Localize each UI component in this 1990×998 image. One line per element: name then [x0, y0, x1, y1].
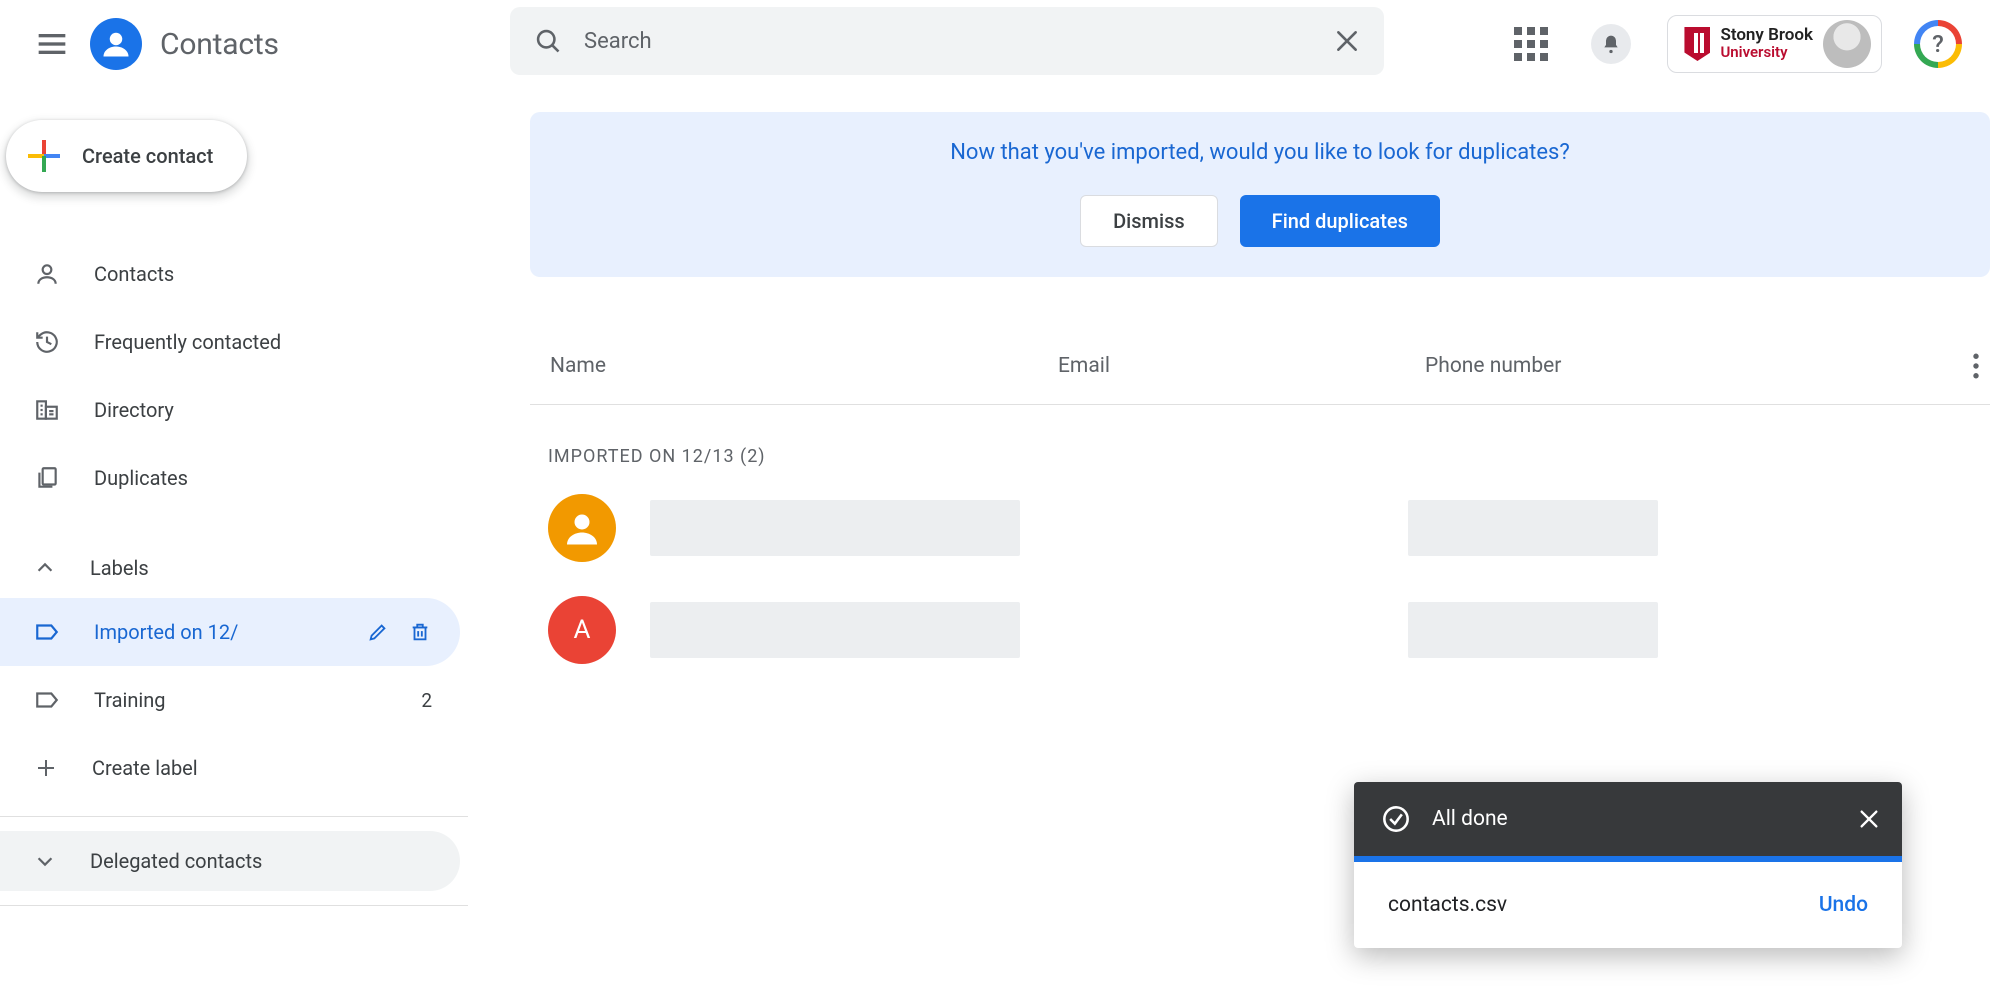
delete-label-button[interactable]: [408, 620, 432, 644]
delegated-header-text: Delegated contacts: [90, 849, 262, 873]
sidebar-item-contacts[interactable]: Contacts: [0, 240, 460, 308]
sidebar-create-label[interactable]: Create label: [0, 734, 460, 802]
sidebar-divider: [0, 816, 468, 817]
search-bar[interactable]: [510, 7, 1384, 75]
chevron-down-icon: [34, 850, 56, 872]
person-icon: [34, 261, 60, 287]
bell-icon: [1591, 24, 1631, 64]
sidebar-divider: [0, 905, 468, 906]
sidebar-item-label: Contacts: [94, 262, 174, 286]
copy-icon: [34, 465, 60, 491]
pencil-icon: [367, 621, 389, 643]
import-done-toast: All done contacts.csv Undo: [1354, 782, 1902, 948]
sidebar-item-label: Training: [94, 688, 166, 712]
hamburger-icon: [38, 34, 66, 54]
plus-icon: [28, 140, 60, 172]
organization-account-chip[interactable]: Stony Brook University: [1667, 15, 1882, 73]
label-icon: [34, 687, 60, 713]
contact-row[interactable]: A: [548, 594, 1988, 666]
dismiss-button[interactable]: Dismiss: [1080, 195, 1218, 247]
contact-avatar: A: [548, 596, 616, 664]
sidebar-label-training[interactable]: Training 2: [0, 666, 460, 734]
column-headers: Name Email Phone number: [530, 340, 1990, 392]
create-contact-button[interactable]: Create contact: [6, 120, 247, 192]
sidebar-item-label: Frequently contacted: [94, 330, 281, 354]
close-toast-button[interactable]: [1858, 808, 1880, 830]
sidebar-item-label: Directory: [94, 398, 174, 422]
labels-section-toggle[interactable]: Labels: [0, 538, 460, 598]
sidebar-item-label: Imported on 12/: [94, 620, 238, 644]
app-title: Contacts: [160, 27, 279, 62]
notifications-button[interactable]: [1587, 20, 1635, 68]
sidebar-label-imported[interactable]: Imported on 12/: [0, 598, 460, 666]
apps-grid-icon: [1514, 27, 1548, 61]
col-name: Name: [550, 354, 606, 378]
sidebar-item-label: Create label: [92, 756, 198, 780]
edit-label-button[interactable]: [366, 620, 390, 644]
question-mark-icon: ?: [1920, 26, 1956, 62]
sidebar-item-duplicates[interactable]: Duplicates: [0, 444, 460, 512]
duplicates-prompt-banner: Now that you've imported, would you like…: [530, 112, 1990, 277]
undo-button[interactable]: Undo: [1819, 893, 1868, 917]
support-button[interactable]: ?: [1914, 20, 1962, 68]
redacted-phone: [1408, 500, 1658, 556]
redacted-name: [650, 602, 1020, 658]
sidebar-item-label: Duplicates: [94, 466, 188, 490]
create-contact-label: Create contact: [82, 144, 213, 168]
group-header: Imported on 12/13 (2): [548, 446, 766, 467]
org-shield-icon: [1684, 27, 1710, 61]
user-avatar[interactable]: [1823, 20, 1871, 68]
delegated-contacts-toggle[interactable]: Delegated contacts: [0, 831, 460, 891]
org-name: Stony Brook University: [1720, 27, 1813, 61]
labels-header-text: Labels: [90, 556, 149, 580]
list-settings-button[interactable]: [1972, 353, 1980, 379]
more-vert-icon: [1972, 353, 1980, 379]
plus-small-icon: [34, 756, 58, 780]
check-circle-icon: [1382, 805, 1410, 833]
domain-icon: [34, 397, 60, 423]
sidebar-item-frequently-contacted[interactable]: Frequently contacted: [0, 308, 460, 376]
sidebar-item-directory[interactable]: Directory: [0, 376, 460, 444]
find-duplicates-button[interactable]: Find duplicates: [1240, 195, 1440, 247]
contacts-logo-icon: [90, 18, 142, 70]
banner-message: Now that you've imported, would you like…: [530, 140, 1990, 165]
header-divider: [530, 404, 1990, 405]
redacted-name: [650, 500, 1020, 556]
app-logo[interactable]: Contacts: [90, 18, 279, 70]
close-icon: [1858, 808, 1880, 830]
search-input[interactable]: [584, 29, 1334, 54]
search-icon: [534, 27, 562, 55]
sidebar: Create contact Contacts Frequently conta…: [0, 120, 468, 920]
chevron-up-icon: [34, 557, 56, 579]
toast-title: All done: [1432, 807, 1508, 831]
clear-search-icon[interactable]: [1334, 28, 1360, 54]
google-apps-button[interactable]: [1507, 20, 1555, 68]
label-count: 2: [421, 689, 432, 712]
redacted-phone: [1408, 602, 1658, 658]
label-icon: [34, 619, 60, 645]
trash-icon: [409, 621, 431, 643]
col-phone: Phone number: [1425, 354, 1561, 378]
header-bar: Contacts Stony Brook University ?: [0, 0, 1990, 88]
main-menu-button[interactable]: [28, 20, 76, 68]
col-email: Email: [1058, 354, 1110, 378]
history-icon: [34, 329, 60, 355]
toast-filename: contacts.csv: [1388, 893, 1507, 917]
contact-row[interactable]: [548, 492, 1988, 564]
contact-avatar: [548, 494, 616, 562]
